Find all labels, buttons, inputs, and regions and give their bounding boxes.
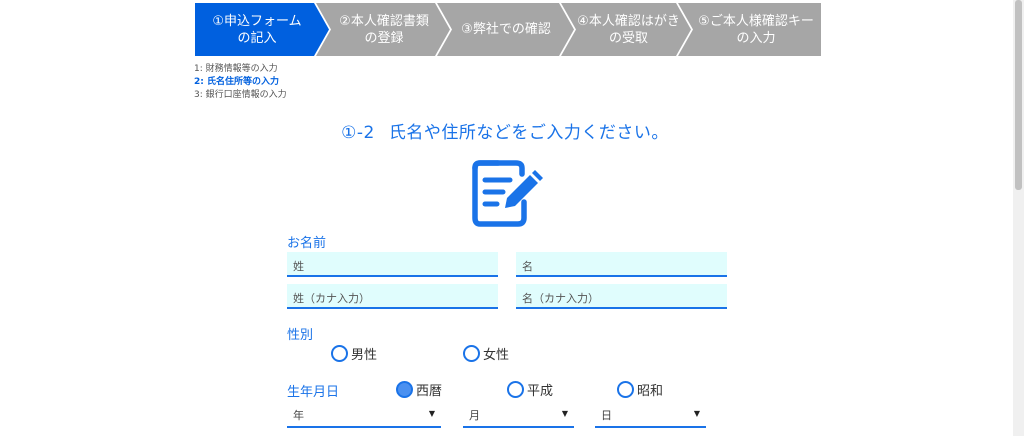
radio-button-icon xyxy=(331,345,348,362)
era-showa-label: 昭和 xyxy=(637,384,664,399)
step-3: ③弊社での確認 xyxy=(447,3,565,56)
radio-button-icon xyxy=(617,381,634,398)
step-2: ②本人確認書類 の登録 xyxy=(326,3,442,56)
gender-female-label: 女性 xyxy=(483,348,510,363)
step-4-label: ④本人確認はがき の受取 xyxy=(577,13,680,46)
scrollbar-thumb[interactable] xyxy=(1015,0,1022,190)
page-title-number: ①-2 xyxy=(341,123,375,143)
era-seireki-radio[interactable]: 西暦 xyxy=(396,380,442,399)
step-2-label: ②本人確認書類 の登録 xyxy=(339,13,429,46)
last-name-kana-input[interactable] xyxy=(287,284,498,309)
name-label: お名前 xyxy=(287,236,327,251)
birth-year-placeholder: 年 xyxy=(293,409,304,422)
radio-checked-icon xyxy=(396,381,413,398)
step-5: ⑤ご本人様確認キー の入力 xyxy=(691,3,821,56)
gender-male-label: 男性 xyxy=(351,348,378,363)
step-4: ④本人確認はがき の受取 xyxy=(573,3,684,56)
progress-stepper: ①申込フォーム の記入 ②本人確認書類 の登録 ③弊社での確認 ④本人確認はがき… xyxy=(195,3,821,56)
dropdown-arrow-icon: ▼ xyxy=(693,409,700,418)
gender-female-radio[interactable]: 女性 xyxy=(463,344,509,363)
era-heisei-label: 平成 xyxy=(527,384,554,399)
page-title-text: 氏名や住所などをご入力ください。 xyxy=(388,123,669,143)
step-1: ①申込フォーム の記入 xyxy=(195,3,319,56)
scrollbar[interactable] xyxy=(1013,0,1024,436)
substep-item: 3: 銀行口座情報の入力 xyxy=(194,90,287,100)
dropdown-arrow-icon: ▼ xyxy=(561,409,568,418)
birth-month-placeholder: 月 xyxy=(469,409,480,422)
gender-male-radio[interactable]: 男性 xyxy=(331,344,377,363)
last-name-input[interactable] xyxy=(287,252,498,277)
birthdate-label: 生年月日 xyxy=(287,385,340,400)
era-heisei-radio[interactable]: 平成 xyxy=(507,380,553,399)
era-showa-radio[interactable]: 昭和 xyxy=(617,380,663,399)
dropdown-arrow-icon: ▼ xyxy=(428,409,435,418)
radio-button-icon xyxy=(463,345,480,362)
era-seireki-label: 西暦 xyxy=(416,384,443,399)
substep-list: 1: 財務情報等の入力 2: 氏名住所等の入力 3: 銀行口座情報の入力 xyxy=(194,63,287,102)
first-name-kana-input[interactable] xyxy=(516,284,727,309)
page-title: ①-2 氏名や住所などをご入力ください。 xyxy=(0,118,1010,143)
first-name-input[interactable] xyxy=(516,252,727,277)
step-1-label: ①申込フォーム の記入 xyxy=(212,13,302,46)
birth-day-select[interactable]: 日 ▼ xyxy=(595,403,706,428)
step-3-label: ③弊社での確認 xyxy=(461,22,551,37)
birth-day-placeholder: 日 xyxy=(601,409,612,422)
birth-month-select[interactable]: 月 ▼ xyxy=(463,403,574,428)
step-5-label: ⑤ご本人様確認キー の入力 xyxy=(698,13,814,46)
radio-button-icon xyxy=(507,381,524,398)
gender-label: 性別 xyxy=(287,328,314,343)
substep-item-active: 2: 氏名住所等の入力 xyxy=(194,77,279,87)
edit-document-icon xyxy=(470,158,544,228)
birth-year-select[interactable]: 年 ▼ xyxy=(287,403,441,428)
substep-item: 1: 財務情報等の入力 xyxy=(194,64,278,74)
